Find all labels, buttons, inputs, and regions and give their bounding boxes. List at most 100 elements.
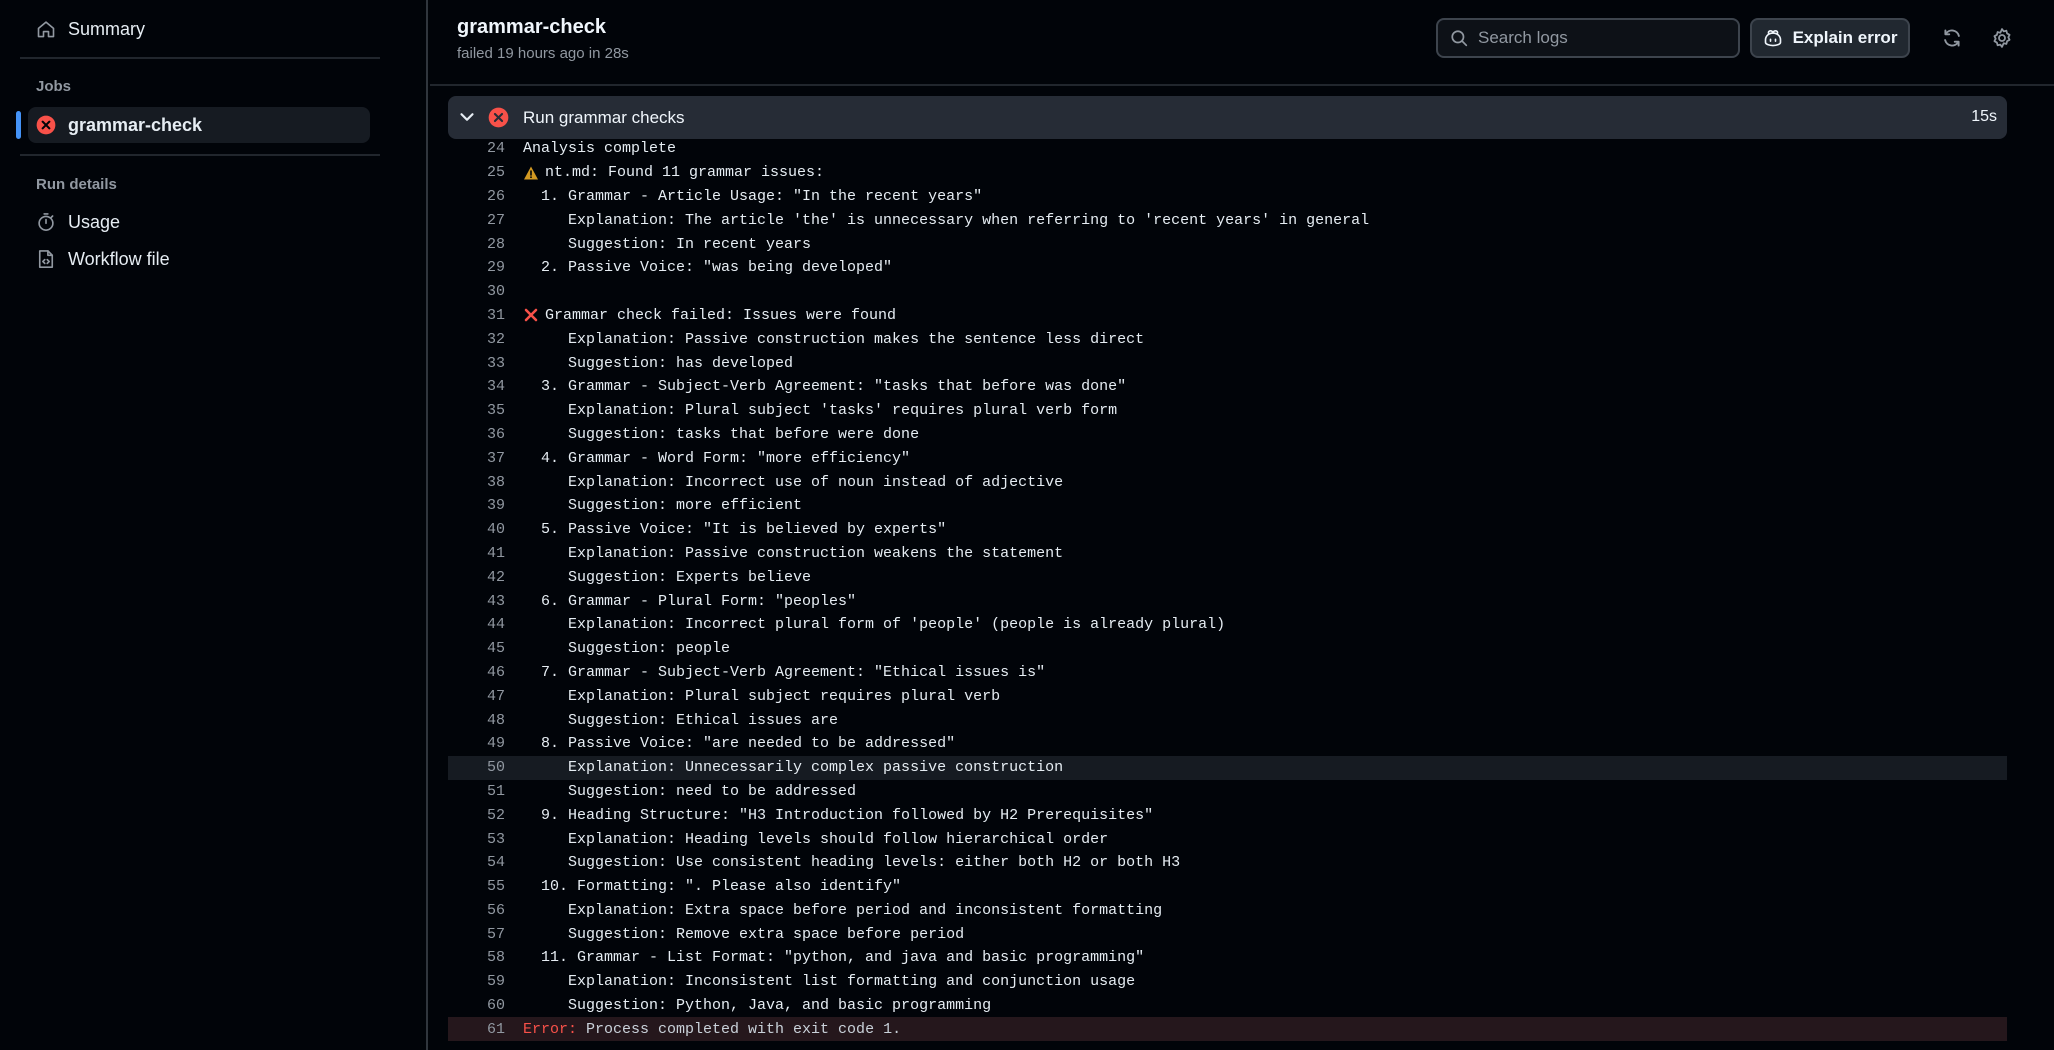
log-text: 4. Grammar - Word Form: "more efficiency… — [523, 449, 911, 467]
log-line[interactable]: 34 3. Grammar - Subject-Verb Agreement: … — [448, 375, 2007, 399]
log-line[interactable]: 55 10. Formatting: ". Please also identi… — [448, 875, 2007, 899]
line-number[interactable]: 60 — [448, 997, 505, 1014]
sidebar-item-label: Summary — [68, 18, 146, 39]
log-line[interactable]: 35 Explanation: Plural subject 'tasks' r… — [448, 399, 2007, 423]
line-number[interactable]: 36 — [448, 426, 505, 443]
line-number[interactable]: 38 — [448, 474, 505, 491]
line-number[interactable]: 33 — [448, 355, 505, 372]
log-line[interactable]: 56 Explanation: Extra space before perio… — [448, 899, 2007, 923]
line-number[interactable]: 43 — [448, 593, 505, 610]
log-line[interactable]: 41 Explanation: Passive construction wea… — [448, 542, 2007, 566]
log-line[interactable]: 25 nt.md: Found 11 grammar issues: — [448, 161, 2007, 185]
log-line[interactable]: 60 Suggestion: Python, Java, and basic p… — [448, 994, 2007, 1018]
log-line[interactable]: 40 5. Passive Voice: "It is believed by … — [448, 518, 2007, 542]
line-number[interactable]: 31 — [448, 307, 505, 324]
log-line[interactable]: 58 11. Grammar - List Format: "python, a… — [448, 946, 2007, 970]
file-code-icon — [38, 250, 54, 268]
log-line[interactable]: 30 — [448, 280, 2007, 304]
line-number[interactable]: 41 — [448, 545, 505, 562]
line-number[interactable]: 42 — [448, 569, 505, 586]
log-line[interactable]: 54 Suggestion: Use consistent heading le… — [448, 851, 2007, 875]
line-number[interactable]: 56 — [448, 902, 505, 919]
line-number[interactable]: 55 — [448, 878, 505, 895]
log-line[interactable]: 31 Grammar check failed: Issues were foun… — [448, 304, 2007, 328]
line-number[interactable]: 61 — [448, 1021, 505, 1038]
log-text: Suggestion: Experts believe — [523, 568, 812, 586]
explain-error-button[interactable]: Explain error — [1750, 18, 1910, 58]
line-number[interactable]: 39 — [448, 497, 505, 514]
x-icon — [523, 307, 539, 323]
line-number[interactable]: 51 — [448, 783, 505, 800]
log-line[interactable]: 42 Suggestion: Experts believe — [448, 565, 2007, 589]
line-number[interactable]: 48 — [448, 712, 505, 729]
line-number[interactable]: 34 — [448, 378, 505, 395]
line-number[interactable]: 57 — [448, 926, 505, 943]
line-number[interactable]: 53 — [448, 831, 505, 848]
log-text: Explanation: Plural subject requires plu… — [523, 687, 1001, 705]
line-number[interactable]: 52 — [448, 807, 505, 824]
log-line[interactable]: 33 Suggestion: has developed — [448, 351, 2007, 375]
log-line[interactable]: 59 Explanation: Inconsistent list format… — [448, 970, 2007, 994]
sidebar-item-grammar-check[interactable]: grammar-check — [28, 107, 370, 143]
log-line[interactable]: 61 Error: Process completed with exit cod… — [448, 1017, 2007, 1042]
log-line[interactable]: 57 Suggestion: Remove extra space before… — [448, 922, 2007, 946]
log-line[interactable]: 46 7. Grammar - Subject-Verb Agreement: … — [448, 661, 2007, 685]
sidebar-item-usage[interactable]: Usage — [28, 204, 370, 240]
log-line[interactable]: 32 Explanation: Passive construction mak… — [448, 327, 2007, 351]
line-number[interactable]: 35 — [448, 402, 505, 419]
settings-button[interactable] — [1986, 22, 2018, 54]
log-line[interactable]: 38 Explanation: Incorrect use of noun in… — [448, 470, 2007, 494]
log-line-content: Suggestion: Python, Java, and basic prog… — [505, 997, 991, 1014]
line-number[interactable]: 29 — [448, 259, 505, 276]
line-number[interactable]: 27 — [448, 212, 505, 229]
line-number[interactable]: 26 — [448, 188, 505, 205]
step-header-run-grammar-checks[interactable]: Run grammar checks 15s — [448, 96, 2007, 139]
log-text: Suggestion: has developed — [523, 354, 794, 372]
log-line[interactable]: 27 Explanation: The article 'the' is unn… — [448, 208, 2007, 232]
log-line[interactable]: 39 Suggestion: more efficient — [448, 494, 2007, 518]
line-number[interactable]: 59 — [448, 973, 505, 990]
sidebar-item-workflow-file[interactable]: Workflow file — [28, 241, 370, 277]
line-number[interactable]: 54 — [448, 854, 505, 871]
line-number[interactable]: 49 — [448, 735, 505, 752]
line-number[interactable]: 28 — [448, 236, 505, 253]
log-line-content: Grammar check failed: Issues were found — [505, 307, 896, 324]
line-number[interactable]: 30 — [448, 283, 505, 300]
search-logs-field[interactable] — [1436, 18, 1740, 58]
line-number[interactable]: 40 — [448, 521, 505, 538]
log-line[interactable]: 52 9. Heading Structure: "H3 Introductio… — [448, 803, 2007, 827]
log-line[interactable]: 36 Suggestion: tasks that before were do… — [448, 423, 2007, 447]
log-line[interactable]: 49 8. Passive Voice: "are needed to be a… — [448, 732, 2007, 756]
line-number[interactable]: 25 — [448, 164, 505, 181]
log-line[interactable]: 29 2. Passive Voice: "was being develope… — [448, 256, 2007, 280]
rerun-button[interactable] — [1936, 22, 1968, 54]
log-line[interactable]: 37 4. Grammar - Word Form: "more efficie… — [448, 446, 2007, 470]
line-number[interactable]: 47 — [448, 688, 505, 705]
log-text: Explanation: Heading levels should follo… — [523, 830, 1109, 848]
log-line[interactable]: 53 Explanation: Heading levels should fo… — [448, 827, 2007, 851]
line-number[interactable]: 45 — [448, 640, 505, 657]
log-text: Suggestion: more efficient — [523, 497, 803, 515]
log-line[interactable]: 51 Suggestion: need to be addressed — [448, 780, 2007, 804]
log-line[interactable]: 45 Suggestion: people — [448, 637, 2007, 661]
log-line[interactable]: 28 Suggestion: In recent years — [448, 232, 2007, 256]
line-number[interactable]: 44 — [448, 616, 505, 633]
search-logs-input[interactable] — [1478, 28, 1728, 48]
error-label: Error: — [523, 1020, 578, 1038]
log-line[interactable]: 47 Explanation: Plural subject requires … — [448, 684, 2007, 708]
chevron-down-icon[interactable] — [456, 106, 478, 128]
line-number[interactable]: 37 — [448, 450, 505, 467]
line-number[interactable]: 50 — [448, 759, 505, 776]
line-number[interactable]: 32 — [448, 331, 505, 348]
log-line[interactable]: 48 Suggestion: Ethical issues are — [448, 708, 2007, 732]
log-line[interactable]: 44 Explanation: Incorrect plural form of… — [448, 613, 2007, 637]
log-line[interactable]: 50 Explanation: Unnecessarily complex pa… — [448, 755, 2007, 780]
log-line[interactable]: 24 Analysis complete — [448, 137, 2007, 161]
log-line[interactable]: 43 6. Grammar - Plural Form: "peoples" — [448, 589, 2007, 613]
line-number[interactable]: 58 — [448, 949, 505, 966]
log-text: 10. Formatting: ". Please also identify" — [523, 878, 902, 896]
sidebar-item-summary[interactable]: Summary — [28, 11, 370, 47]
log-line[interactable]: 26 1. Grammar - Article Usage: "In the r… — [448, 185, 2007, 209]
line-number[interactable]: 46 — [448, 664, 505, 681]
line-number[interactable]: 24 — [448, 140, 505, 157]
